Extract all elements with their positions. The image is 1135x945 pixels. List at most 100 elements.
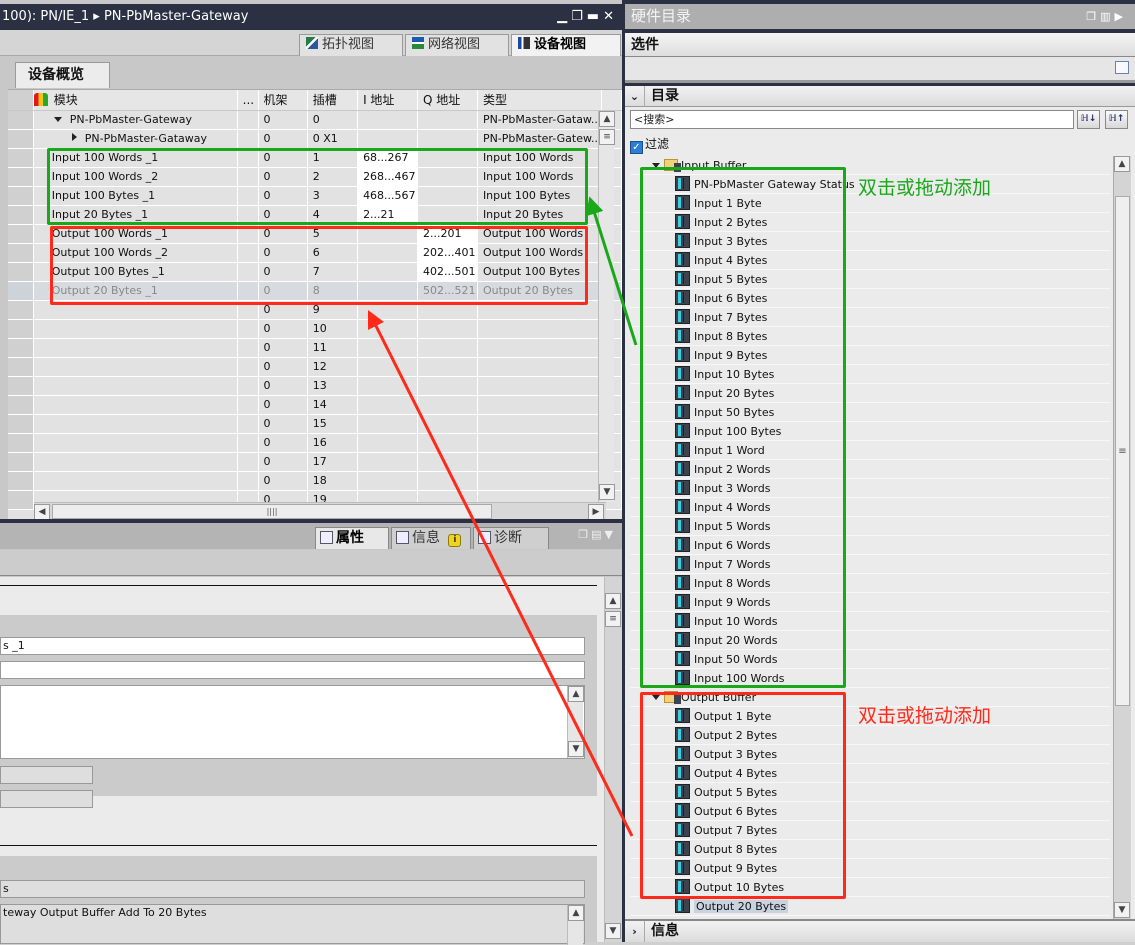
table-row[interactable]: Output 100 Words _1 0 5 2...201 Output 100 W… — [8, 224, 622, 244]
cell-i-address[interactable] — [357, 110, 418, 130]
chevron-right-icon[interactable]: › — [625, 921, 645, 942]
float-icon[interactable]: ❐ — [578, 528, 591, 541]
table-row[interactable]: 0 13 — [8, 376, 622, 396]
table-row[interactable]: Input 100 Bytes _1 0 3 468...567 Input 100 B… — [8, 186, 622, 206]
catalog-item[interactable]: PN-PbMaster Gateway Status — [630, 175, 1110, 194]
catalog-item[interactable]: Output 1 Byte — [630, 707, 1110, 726]
catalog-item[interactable]: Output 10 Bytes — [630, 878, 1110, 897]
tab-diagnostics[interactable]: 诊断 — [473, 527, 549, 549]
catalog-item[interactable]: Input 10 Bytes — [630, 365, 1110, 384]
cell-q-address[interactable] — [417, 357, 478, 377]
catalog-item[interactable]: Input 3 Bytes — [630, 232, 1110, 251]
cell-module[interactable] — [33, 357, 238, 377]
tab-device-view[interactable]: 设备视图 — [511, 34, 621, 56]
expand-down-icon[interactable] — [652, 163, 660, 168]
author-field[interactable] — [0, 661, 585, 679]
cell-module[interactable] — [33, 376, 238, 396]
catalog-item[interactable]: Output 2 Bytes — [630, 726, 1110, 745]
scroll-right-button[interactable]: ▶ — [588, 504, 604, 520]
catalog-search-input[interactable]: <搜索> — [630, 110, 1074, 129]
catalog-item[interactable]: Output 8 Bytes — [630, 840, 1110, 859]
catalog-item[interactable]: Input 2 Bytes — [630, 213, 1110, 232]
minimize-icon[interactable]: ▁ — [557, 9, 571, 24]
cell-module[interactable] — [33, 300, 238, 320]
info-header[interactable]: › 信息 — [625, 919, 1135, 942]
scroll-thumb[interactable]: ≡ — [1115, 196, 1130, 706]
row-gutter[interactable] — [8, 338, 34, 358]
cell-i-address[interactable] — [357, 338, 418, 358]
slot-field[interactable] — [0, 790, 93, 808]
table-row[interactable]: PN-PbMaster-Gateway 0 0 PN-PbMaster-Gataw..… — [8, 110, 622, 130]
cell-q-address[interactable]: 2...201 — [417, 224, 478, 244]
cell-module[interactable]: Output 100 Bytes _1 — [33, 262, 238, 282]
inspector-scrollbar[interactable]: ▲ ≡ ▼ — [604, 577, 622, 942]
cell-i-address[interactable] — [357, 376, 418, 396]
cell-i-address[interactable]: 468...567 — [357, 186, 418, 206]
cell-i-address[interactable] — [357, 395, 418, 415]
cell-q-address[interactable]: 502...521 — [417, 281, 478, 301]
catalog-item[interactable]: Input 50 Bytes — [630, 403, 1110, 422]
cell-q-address[interactable] — [417, 414, 478, 434]
cell-module[interactable] — [33, 471, 238, 491]
row-gutter[interactable] — [8, 110, 34, 130]
table-vertical-scrollbar[interactable]: ▲ ≡ ▼ — [598, 111, 615, 502]
checkbox-checked-icon[interactable]: ✓ — [630, 141, 643, 154]
name-field[interactable]: s _1 — [0, 637, 585, 655]
cell-i-address[interactable] — [357, 243, 418, 263]
cell-q-address[interactable]: 202...401 — [417, 243, 478, 263]
cell-q-address[interactable] — [417, 433, 478, 453]
row-gutter[interactable] — [8, 395, 34, 415]
cell-module[interactable] — [33, 395, 238, 415]
cell-q-address[interactable] — [417, 186, 478, 206]
layout-icon[interactable]: ▥ — [1100, 10, 1114, 23]
cell-i-address[interactable] — [357, 300, 418, 320]
cell-q-address[interactable] — [417, 148, 478, 168]
cell-module[interactable] — [33, 414, 238, 434]
cell-i-address[interactable] — [357, 319, 418, 339]
catalog-item[interactable]: Output 7 Bytes — [630, 821, 1110, 840]
catalog-item[interactable]: Input 6 Bytes — [630, 289, 1110, 308]
cell-q-address[interactable]: 402...501 — [417, 262, 478, 282]
cell-i-address[interactable] — [357, 357, 418, 377]
catalog-item[interactable]: Input 7 Words — [630, 555, 1110, 574]
cell-q-address[interactable] — [417, 300, 478, 320]
maximize-icon[interactable]: ▬ — [587, 9, 603, 24]
column-module[interactable]: 模块 — [33, 90, 238, 111]
table-row[interactable]: Input 20 Bytes _1 0 4 2...21 Input 20 Bytes — [8, 205, 622, 225]
catalog-item[interactable]: Input 9 Words — [630, 593, 1110, 612]
cell-q-address[interactable] — [417, 338, 478, 358]
row-gutter[interactable] — [8, 129, 34, 149]
tab-properties[interactable]: 属性 — [315, 527, 389, 549]
cell-q-address[interactable] — [417, 395, 478, 415]
row-gutter[interactable] — [8, 433, 34, 453]
catalog-item[interactable]: Input 100 Words — [630, 669, 1110, 688]
inspector-controls[interactable]: ❐▤▼ — [578, 528, 616, 541]
filter-checkbox[interactable]: ✓ 过滤 — [630, 137, 669, 154]
row-gutter[interactable] — [8, 376, 34, 396]
catalog-item[interactable]: Output 6 Bytes — [630, 802, 1110, 821]
table-row[interactable]: 0 15 — [8, 414, 622, 434]
catalog-item[interactable]: Input 4 Bytes — [630, 251, 1110, 270]
cell-q-address[interactable] — [417, 471, 478, 491]
table-row[interactable]: 0 10 — [8, 319, 622, 339]
cell-i-address[interactable] — [357, 129, 418, 149]
scroll-left-button[interactable]: ◀ — [34, 504, 50, 520]
cell-module[interactable]: Input 100 Words _1 — [33, 148, 238, 168]
scroll-down-button[interactable]: ▼ — [568, 741, 584, 757]
cell-module[interactable]: Input 100 Bytes _1 — [33, 186, 238, 206]
catalog-item[interactable]: Output 3 Bytes — [630, 745, 1110, 764]
table-row[interactable]: Input 100 Words _2 0 2 268...467 Input 100 W… — [8, 167, 622, 187]
cell-i-address[interactable] — [357, 433, 418, 453]
row-gutter[interactable] — [8, 319, 34, 339]
tab-info[interactable]: 信息 i — [391, 527, 471, 549]
cell-q-address[interactable] — [417, 205, 478, 225]
scroll-grip-icon[interactable]: ≡ — [599, 129, 615, 145]
row-gutter[interactable] — [8, 224, 34, 244]
horizontal-scroll-thumb[interactable]: |||| — [52, 504, 492, 519]
catalog-item[interactable]: Input 3 Words — [630, 479, 1110, 498]
row-gutter[interactable] — [8, 490, 34, 510]
row-gutter[interactable] — [8, 452, 34, 472]
row-gutter[interactable] — [8, 281, 34, 301]
cell-i-address[interactable]: 68...267 — [357, 148, 418, 168]
column-more[interactable]: ... — [237, 90, 259, 111]
